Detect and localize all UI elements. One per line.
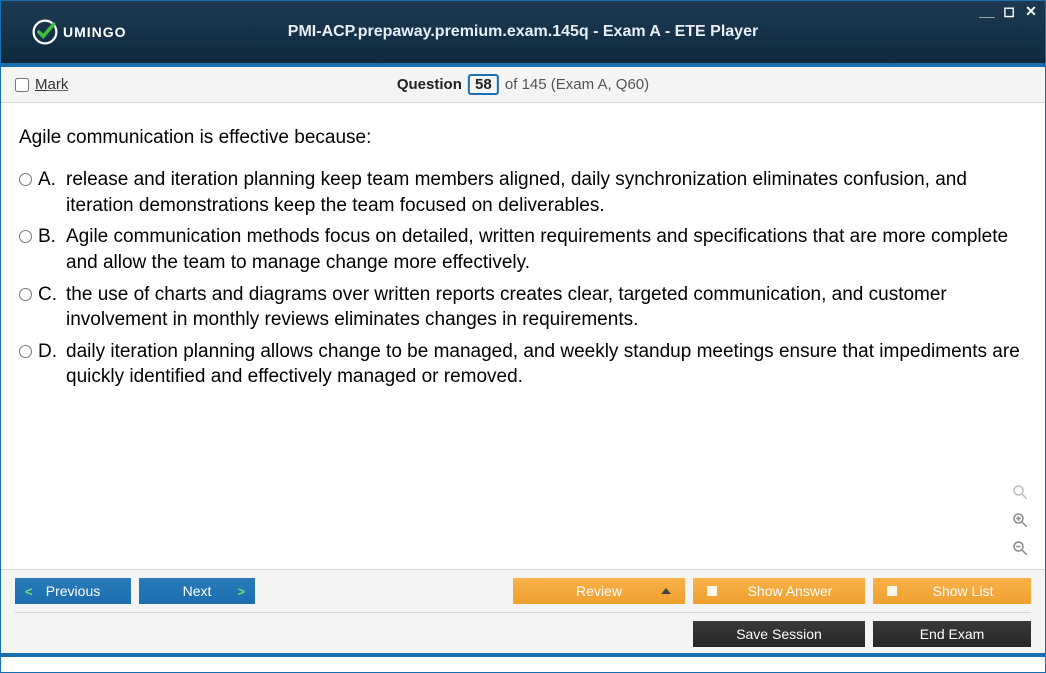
option-c[interactable]: C. the use of charts and diagrams over w… [19,282,1027,333]
search-icon[interactable] [1009,481,1031,503]
options-list: A. release and iteration planning keep t… [19,167,1027,390]
previous-label: Previous [46,583,100,599]
zoom-controls [1009,481,1031,559]
mark-checkbox-wrap[interactable]: Mark [15,76,68,93]
footer-row-1: < Previous Next > Review Show Answer Sho… [15,578,1031,604]
show-answer-label: Show Answer [731,583,865,599]
app-logo: UMINGO [31,18,127,46]
option-b-radio[interactable] [19,230,32,243]
option-text: the use of charts and diagrams over writ… [66,282,1027,333]
bottom-accent [1,653,1045,657]
show-list-button[interactable]: Show List [873,578,1031,604]
window-title: PMI-ACP.prepaway.premium.exam.145q - Exa… [288,23,758,41]
titlebar: UMINGO PMI-ACP.prepaway.premium.exam.145… [1,1,1045,67]
option-text: daily iteration planning allows change t… [66,339,1027,390]
option-a-radio[interactable] [19,173,32,186]
option-c-radio[interactable] [19,288,32,301]
square-icon [707,586,717,596]
window-controls: __ ◻ ✕ [979,3,1039,20]
footer-row-2: Save Session End Exam [15,612,1031,647]
question-total: of 145 (Exam A, Q60) [505,76,649,93]
question-label: Question [397,76,462,93]
save-session-button[interactable]: Save Session [693,621,865,647]
question-text: Agile communication is effective because… [19,127,1027,149]
chevron-left-icon: < [25,584,33,599]
footer: < Previous Next > Review Show Answer Sho… [1,569,1045,653]
option-a[interactable]: A. release and iteration planning keep t… [19,167,1027,218]
save-session-label: Save Session [736,626,822,642]
square-icon [887,586,897,596]
review-label: Review [576,583,622,599]
question-info-bar: Mark Question 58 of 145 (Exam A, Q60) [1,67,1045,103]
option-letter: D. [38,339,60,365]
option-b[interactable]: B. Agile communication methods focus on … [19,224,1027,275]
option-letter: B. [38,224,60,250]
previous-button[interactable]: < Previous [15,578,131,604]
option-text: Agile communication methods focus on det… [66,224,1027,275]
close-button[interactable]: ✕ [1023,3,1039,20]
question-number: 58 [468,74,499,95]
next-button[interactable]: Next > [139,578,255,604]
show-answer-button[interactable]: Show Answer [693,578,865,604]
option-letter: A. [38,167,60,193]
question-content: Agile communication is effective because… [1,103,1045,569]
review-button[interactable]: Review [513,578,685,604]
option-text: release and iteration planning keep team… [66,167,1027,218]
next-label: Next [183,583,212,599]
zoom-in-icon[interactable] [1009,509,1031,531]
logo-text: UMINGO [63,24,127,40]
option-d[interactable]: D. daily iteration planning allows chang… [19,339,1027,390]
mark-label: Mark [35,76,68,93]
zoom-out-icon[interactable] [1009,537,1031,559]
mark-checkbox[interactable] [15,78,29,92]
option-letter: C. [38,282,60,308]
end-exam-button[interactable]: End Exam [873,621,1031,647]
end-exam-label: End Exam [920,626,985,642]
question-position: Question 58 of 145 (Exam A, Q60) [397,74,649,95]
maximize-button[interactable]: ◻ [1001,3,1017,20]
show-list-label: Show List [911,583,1031,599]
option-d-radio[interactable] [19,345,32,358]
chevron-right-icon: > [237,584,245,599]
minimize-button[interactable]: __ [979,3,995,20]
logo-checkmark-icon [31,18,59,46]
triangle-up-icon [661,588,671,594]
